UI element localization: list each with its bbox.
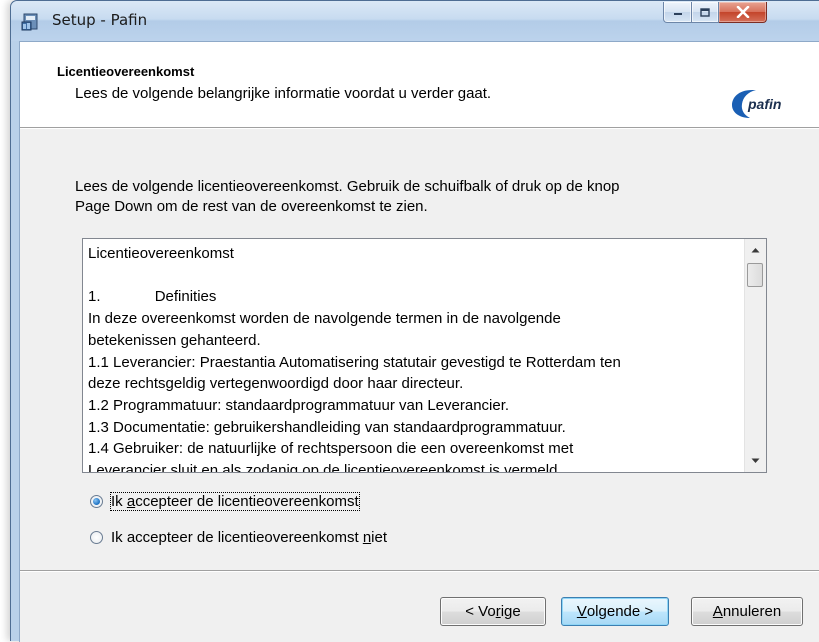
decline-option[interactable]: Ik accepteer de licentieovereenkomst nie…: [90, 529, 387, 546]
caption-buttons: [663, 2, 767, 23]
license-text-box[interactable]: Licentieovereenkomst 1. Definities In de…: [82, 238, 767, 473]
header-separator: [20, 127, 819, 129]
cancel-button[interactable]: Annuleren: [691, 597, 803, 626]
next-button[interactable]: Volgende >: [561, 597, 669, 626]
back-button[interactable]: < Vo r ige: [440, 597, 546, 626]
accept-label: Ik accepteer de licentieovereenkomst: [110, 492, 360, 511]
setup-installer-icon: [21, 13, 38, 31]
intro-line-2: Page Down om de rest van de overeenkomst…: [75, 198, 428, 215]
wizard-header: Licentieovereenkomst Lees de volgende be…: [20, 42, 819, 127]
license-text: Licentieovereenkomst 1. Definities In de…: [88, 245, 621, 473]
scroll-down-button[interactable]: [745, 451, 766, 471]
minimize-icon: [673, 13, 682, 15]
close-button[interactable]: [719, 2, 767, 23]
minimize-button[interactable]: [663, 2, 692, 23]
intro-text: Lees de volgende licentieovereenkomst. G…: [75, 177, 745, 217]
title-bar[interactable]: Setup - Pafin: [11, 1, 819, 41]
close-icon: [736, 6, 749, 18]
accept-option[interactable]: Ik accepteer de licentieovereenkomst: [90, 492, 360, 511]
scroll-down-arrow-icon: [751, 458, 760, 463]
scroll-up-arrow-icon: [751, 248, 760, 253]
maximize-button[interactable]: [692, 2, 719, 23]
decline-label: Ik accepteer de licentieovereenkomst nie…: [111, 529, 387, 546]
page-title: Licentieovereenkomst: [57, 64, 195, 79]
accept-radio[interactable]: [90, 495, 103, 508]
setup-window: Setup - Pafin Licentieovereenkomst Lees …: [10, 0, 819, 642]
footer-separator: [20, 570, 819, 572]
maximize-icon: [700, 7, 710, 17]
intro-line-1: Lees de volgende licentieovereenkomst. G…: [75, 178, 620, 195]
vertical-scrollbar[interactable]: [744, 239, 766, 472]
scroll-up-button[interactable]: [745, 240, 766, 260]
scroll-thumb[interactable]: [747, 263, 763, 287]
window-title: Setup - Pafin: [52, 11, 148, 29]
svg-text:pafin: pafin: [747, 96, 781, 112]
page-subtitle: Lees de volgende belangrijke informatie …: [75, 85, 492, 102]
decline-radio[interactable]: [90, 531, 103, 544]
dialog-client-area: Licentieovereenkomst Lees de volgende be…: [19, 41, 819, 642]
pafin-logo: pafin: [732, 90, 781, 118]
